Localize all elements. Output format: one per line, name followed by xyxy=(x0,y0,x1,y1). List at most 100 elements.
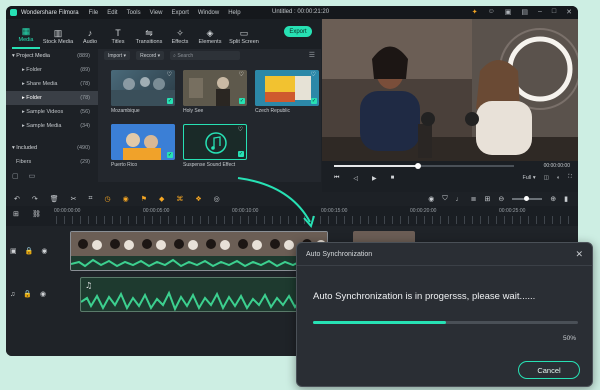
timeline-ruler[interactable]: ⊞ ⛓ 00:00:00:00 00:00:05:00 00:00:10:00 … xyxy=(6,206,578,226)
menu-bar: File Edit Tools View Export Window Help xyxy=(89,10,241,16)
add-track-icon[interactable]: ⊞ xyxy=(13,210,19,218)
sidebar-item-folder[interactable]: ▸ Folder (89) xyxy=(6,63,98,77)
video-clip-frames xyxy=(71,232,327,270)
tab-titles[interactable]: T Titles xyxy=(104,23,132,49)
tab-stock-media[interactable]: ▥ Stock Media xyxy=(40,23,76,49)
save-icon[interactable]: ▣ xyxy=(505,8,512,16)
seek-bar[interactable] xyxy=(334,163,514,169)
sidebar-item-share-media[interactable]: ▸ Share Media (78) xyxy=(6,77,98,91)
lightbulb-icon[interactable]: ✦ xyxy=(472,8,478,16)
quality-select[interactable]: Full ▾ xyxy=(522,175,535,181)
play-icon[interactable]: ▶ xyxy=(372,175,377,182)
shield-icon[interactable]: ⛉ xyxy=(442,195,447,203)
snap-icon[interactable]: ⊞ xyxy=(485,195,491,203)
sidebar-item-project-media[interactable]: ▾ Project Media (889) xyxy=(6,49,98,63)
layers-icon[interactable]: ≣ xyxy=(471,195,477,203)
sidebar-item-fibers[interactable]: Fibers (29) xyxy=(6,155,98,169)
folder-icon[interactable]: ▭ xyxy=(29,172,36,180)
account-icon[interactable]: ☺ xyxy=(488,8,495,16)
stop-icon[interactable]: ■ xyxy=(391,175,395,182)
step-back-icon[interactable]: ⏮ xyxy=(334,175,339,182)
eye-icon[interactable]: ◉ xyxy=(41,247,47,255)
filter-icon[interactable]: ☰ xyxy=(309,51,315,59)
volume-icon[interactable]: ◐ xyxy=(557,175,560,181)
media-thumb-puerto-rico[interactable]: ✓ xyxy=(111,124,175,160)
sidebar-item-folder-selected[interactable]: ▸ Folder (78) xyxy=(6,91,98,105)
cancel-button[interactable]: Cancel xyxy=(518,361,580,379)
lock-icon[interactable]: 🔒 xyxy=(25,247,34,255)
tab-audio[interactable]: ♪ Audio xyxy=(76,23,104,49)
checkmark-icon[interactable]: ✓ xyxy=(167,152,173,158)
media-thumb-suspense-sound-effect[interactable]: ♡ ✓ xyxy=(183,124,247,160)
fullscreen-icon[interactable]: ⛶ xyxy=(568,174,572,181)
menu-tools[interactable]: Tools xyxy=(127,10,141,16)
menu-help[interactable]: Help xyxy=(228,10,240,16)
favorite-icon[interactable]: ♡ xyxy=(238,126,243,133)
seek-handle[interactable] xyxy=(415,163,421,169)
cut-icon[interactable]: ✂ xyxy=(71,195,77,203)
zoom-out-icon[interactable]: ⊖ xyxy=(498,195,504,203)
media-thumb-holy-see[interactable]: ♡ ✓ xyxy=(183,70,247,106)
filmora-logo-icon xyxy=(10,9,17,16)
favorite-icon[interactable]: ♡ xyxy=(167,71,172,78)
video-clip[interactable] xyxy=(70,231,328,271)
cart-icon[interactable]: ▤ xyxy=(521,8,528,16)
close-icon[interactable]: ✕ xyxy=(575,249,583,260)
speed-icon[interactable]: ◷ xyxy=(104,195,110,203)
sync-progress-bar xyxy=(313,321,578,324)
crop-icon[interactable]: ⌗ xyxy=(89,195,93,203)
favorite-icon[interactable]: ♡ xyxy=(239,71,244,78)
keyframe-icon[interactable]: ◆ xyxy=(159,195,164,203)
delete-icon[interactable]: 🗑 xyxy=(50,195,59,203)
sidebar-item-sample-media[interactable]: ▸ Sample Media (34) xyxy=(6,119,98,133)
menu-view[interactable]: View xyxy=(150,10,163,16)
menu-file[interactable]: File xyxy=(89,10,99,16)
mic-icon[interactable]: ♩ xyxy=(456,196,463,203)
link-icon[interactable]: ⛓ xyxy=(32,210,41,218)
new-folder-icon[interactable]: ▢ xyxy=(12,172,19,180)
tab-elements[interactable]: ◈ Elements xyxy=(194,23,226,49)
tab-transitions[interactable]: ⇋ Transitions xyxy=(132,23,166,49)
zoom-handle[interactable] xyxy=(524,196,530,201)
tab-effects[interactable]: ✧ Effects xyxy=(166,23,194,49)
snapshot-icon[interactable]: ◫ xyxy=(544,175,549,181)
checkmark-icon[interactable]: ✓ xyxy=(311,98,317,104)
eye-icon[interactable]: ◉ xyxy=(40,290,46,298)
checkmark-icon[interactable]: ✓ xyxy=(239,98,245,104)
minimize-icon[interactable]: – xyxy=(538,8,542,16)
menu-edit[interactable]: Edit xyxy=(107,10,117,16)
frame-back-icon[interactable]: ◁ xyxy=(353,175,358,182)
close-window-icon[interactable]: ✕ xyxy=(566,8,572,16)
lock-icon[interactable]: 🔒 xyxy=(23,290,32,298)
color-icon[interactable]: ◉ xyxy=(123,195,129,203)
import-dropdown[interactable]: Import ▾ xyxy=(104,51,131,60)
media-thumb-mozambique[interactable]: ♡ ✓ xyxy=(111,70,175,106)
ai-icon[interactable]: ❖ xyxy=(195,195,201,203)
preview-player xyxy=(322,19,578,161)
sidebar-item-included[interactable]: ▾ Included (490) xyxy=(6,141,98,155)
panel-toggle-icon[interactable]: ▮ xyxy=(564,195,568,203)
checkmark-icon[interactable]: ✓ xyxy=(238,151,244,157)
record-dropdown[interactable]: Record ▾ xyxy=(136,51,165,60)
sidebar-item-sample-videos[interactable]: ▸ Sample Videos (56) xyxy=(6,105,98,119)
marker-icon[interactable]: ⚑ xyxy=(141,195,147,203)
export-button[interactable]: Export xyxy=(284,26,312,37)
maximize-icon[interactable]: □ xyxy=(552,8,556,16)
redo-icon[interactable]: ↷ xyxy=(32,195,38,203)
menu-window[interactable]: Window xyxy=(198,10,219,16)
search-input[interactable]: ⌕ Search xyxy=(170,51,241,60)
zoom-slider[interactable] xyxy=(512,196,543,201)
seek-progress xyxy=(334,165,418,167)
favorite-icon[interactable]: ♡ xyxy=(311,71,316,78)
checkmark-icon[interactable]: ✓ xyxy=(167,98,173,104)
undo-icon[interactable]: ↶ xyxy=(14,195,20,203)
zoom-in-icon[interactable]: ⊕ xyxy=(550,195,556,203)
render-icon[interactable]: ◉ xyxy=(428,195,434,203)
audio-clip[interactable]: ♫ xyxy=(80,277,310,312)
tab-media[interactable]: ▦ Media xyxy=(12,23,40,49)
audio-mix-icon[interactable]: ⌘ xyxy=(176,195,183,203)
stabilize-icon[interactable]: ◎ xyxy=(214,195,220,203)
media-thumb-czech-republic[interactable]: ♡ ✓ xyxy=(255,70,319,106)
menu-export[interactable]: Export xyxy=(172,10,189,16)
tab-split-screen[interactable]: ▭ Split Screen xyxy=(226,23,262,49)
